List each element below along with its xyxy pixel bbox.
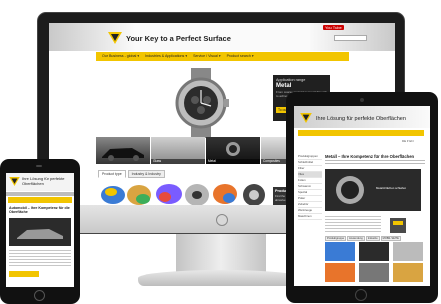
tablet-nav[interactable]	[298, 130, 424, 136]
tablet-screen: Ihre Lösung für perfekte Oberflächen DE …	[294, 106, 430, 286]
tab-product-type[interactable]: Product type	[98, 170, 126, 178]
phone-cta-button[interactable]	[9, 271, 39, 277]
monitor-stand-neck	[176, 234, 266, 272]
search-input[interactable]	[334, 35, 367, 41]
sidebar-item[interactable]: Maschinen	[298, 214, 322, 220]
teaser-car[interactable]	[96, 137, 150, 164]
teaser-glass-caption: Glass	[151, 159, 205, 164]
desktop-header: Your Key to a Perfect Surface You Tube	[49, 23, 395, 51]
phone-speaker	[36, 165, 42, 167]
phone-body-text	[9, 250, 71, 268]
tab-product-group[interactable]: Produktgruppe	[325, 236, 347, 241]
tablet-device: Ihre Lösung für perfekte Oberflächen DE …	[286, 92, 438, 303]
site-title: Your Key to a Perfect Surface	[126, 34, 231, 43]
phone-screen: Ihre Lösung für perfekte Oberflächen Aut…	[6, 173, 74, 287]
nav-item-industries[interactable]: Industries & Applications ▾	[145, 54, 187, 59]
tablet-site-title: Ihre Lösung für perfekte Oberflächen	[316, 116, 406, 122]
tab-application[interactable]: Anwendung	[347, 236, 365, 241]
product-bag-image[interactable]	[386, 216, 410, 234]
nav-item-product-search[interactable]: Product search ▾	[227, 54, 254, 59]
tablet-tabs: Produktgruppe Anwendung Industrie MOBIL …	[325, 236, 401, 241]
phone-site-title: Ihre Lösung für perfekte Oberflächen	[22, 176, 65, 186]
car-icon	[102, 148, 144, 161]
teaser-metal-caption: Metal	[206, 159, 260, 164]
tablet-hero-caption: Metall-Flächen schleifen	[376, 186, 407, 190]
tablet-body-text	[325, 216, 381, 234]
tablet-language-switch[interactable]: DE ▾ EN	[402, 139, 414, 143]
phone-hero-image[interactable]	[9, 218, 71, 246]
tablet-lead-text	[325, 160, 425, 166]
logo-icon[interactable]	[9, 177, 20, 186]
watch-image	[336, 176, 364, 204]
tablet-home-button	[355, 289, 367, 301]
youtube-icon[interactable]: You Tube	[323, 25, 344, 30]
phone-nav[interactable]	[6, 192, 74, 196]
teaser-metal[interactable]: Metal	[206, 137, 260, 164]
tablet-page-heading: Metall – Ihre Kompetenz für Ihre Oberflä…	[325, 154, 415, 159]
car-icon	[17, 229, 63, 239]
tablet-camera	[360, 98, 364, 102]
product-images[interactable]	[99, 179, 269, 207]
monitor-stand-base	[138, 270, 304, 286]
tablet-header: Ihre Lösung für perfekte Oberflächen	[294, 106, 430, 128]
nav-item-business[interactable]: Our Business - global ▾	[102, 54, 139, 59]
logo-icon[interactable]	[300, 113, 312, 123]
tab-industry[interactable]: Industrie	[365, 236, 380, 241]
responsive-devices-mockup: Your Key to a Perfect Surface You Tube O…	[0, 0, 441, 304]
hero-eyebrow: Application range	[276, 78, 306, 82]
watch-image	[175, 68, 229, 138]
teaser-glass[interactable]: Glass	[151, 137, 205, 164]
main-nav: Our Business - global ▾ Industries & App…	[96, 52, 349, 61]
phone-device: Ihre Lösung für perfekte Oberflächen Aut…	[0, 159, 80, 304]
phone-page-heading: Automobil – Ihre Kompetenz für die Oberf…	[9, 206, 70, 215]
phone-header: Ihre Lösung für perfekte Oberflächen	[6, 173, 74, 191]
phone-home-button	[34, 290, 45, 301]
logo-icon[interactable]	[108, 32, 122, 44]
tablet-product-grid[interactable]	[325, 242, 425, 282]
tab-industry[interactable]: Industry & Industry	[127, 170, 165, 178]
hero-title: Metal	[276, 83, 292, 89]
tab-mobile[interactable]: MOBIL SEITE	[380, 236, 401, 241]
nav-item-service[interactable]: Service / Visual ▾	[193, 54, 221, 59]
tablet-hero-image[interactable]	[325, 169, 421, 211]
phone-menu-bar[interactable]	[8, 197, 72, 203]
tablet-sidebar: Produktgruppen Schleifmittel Fiber Vlies…	[298, 154, 322, 220]
monitor-power-button	[216, 214, 228, 226]
product-tabs: Product type Industry & Industry	[98, 170, 165, 178]
